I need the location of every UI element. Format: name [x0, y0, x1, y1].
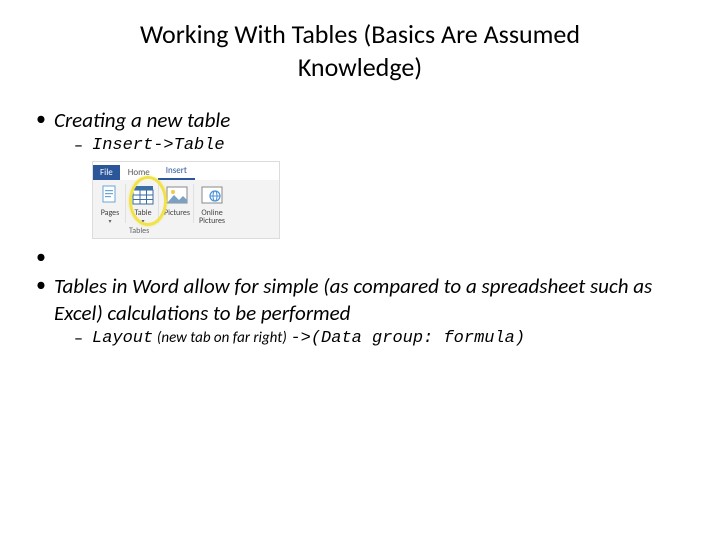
ribbon-body: Pages▾ Ta: [93, 180, 279, 225]
bullet-1-text: Creating a new table: [54, 107, 230, 133]
ribbon-group-pictures: Pictures: [161, 184, 194, 223]
bullet-2-sub-1-b: (new tab on far right): [157, 329, 287, 347]
ribbon-tabs: File Home Insert: [93, 162, 279, 180]
ribbon-group-table: Table▾: [128, 184, 159, 223]
bullet-1-sublist: Insert->Table: [54, 135, 692, 155]
word-ribbon-screenshot: File Home Insert Pag: [92, 161, 280, 239]
table-label: Table▾: [134, 209, 151, 223]
ribbon-tab-file: File: [93, 165, 120, 180]
online-pictures-icon: [200, 184, 224, 208]
online-pictures-label: OnlinePictures: [199, 209, 225, 223]
bullet-2-sub-1-a: Layout: [92, 329, 153, 348]
bullet-2-text: Tables in Word allow for simple (as comp…: [54, 273, 652, 325]
bullet-2-sub-1-c: ->(Data group: formula): [290, 329, 525, 348]
bullet-2-sublist: Layout (new tab on far right) ->(Data gr…: [54, 328, 692, 348]
ribbon-footer: . Tables: [93, 225, 279, 238]
pictures-icon: [165, 184, 189, 208]
pages-label: Pages▾: [101, 209, 120, 223]
bullet-list-level1: Creating a new table Insert->Table File …: [28, 107, 692, 348]
ribbon-group-online-pictures: OnlinePictures: [196, 184, 228, 223]
pages-icon: [98, 184, 122, 208]
ribbon-group-pages: Pages▾: [95, 184, 126, 223]
ribbon-tab-insert: Insert: [158, 163, 195, 180]
ribbon-tab-home: Home: [120, 165, 158, 180]
bullet-1: Creating a new table Insert->Table File …: [36, 107, 692, 239]
ribbon-footer-tables: Tables: [129, 226, 149, 236]
slide-title: Working With Tables (Basics Are Assumed …: [80, 18, 640, 83]
bullet-2: Tables in Word allow for simple (as comp…: [36, 273, 692, 348]
bullet-1-sub-1: Insert->Table: [74, 135, 692, 155]
pictures-label: Pictures: [164, 209, 190, 223]
bullet-1-sub-1-text: Insert->Table: [92, 136, 225, 155]
bullet-2-sub-1: Layout (new tab on far right) ->(Data gr…: [74, 328, 692, 348]
table-icon: [131, 184, 155, 208]
